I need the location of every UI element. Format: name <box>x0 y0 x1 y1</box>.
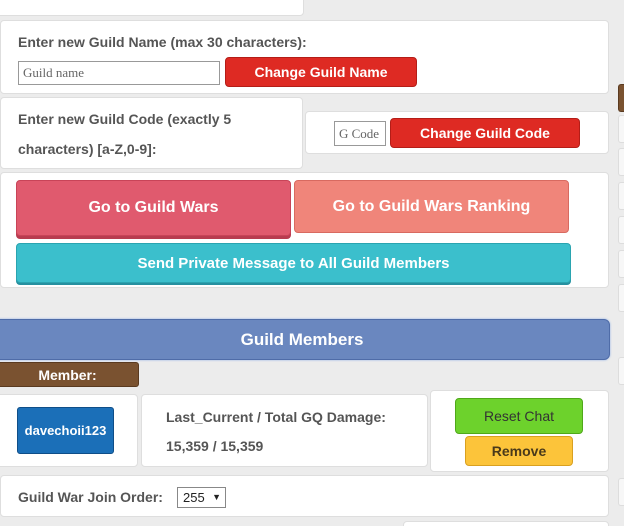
guild-code-input[interactable] <box>334 121 386 146</box>
side-tab[interactable] <box>618 216 624 244</box>
reset-chat-button[interactable]: Reset Chat <box>455 398 583 434</box>
change-guild-name-button[interactable]: Change Guild Name <box>225 57 417 87</box>
change-guild-code-button[interactable]: Change Guild Code <box>390 118 580 148</box>
actions-panel: Go to Guild Wars Go to Guild Wars Rankin… <box>0 172 609 288</box>
guild-name-panel: Enter new Guild Name (max 30 characters)… <box>0 20 609 94</box>
side-tab[interactable] <box>618 357 624 385</box>
guild-code-label-panel: Enter new Guild Code (exactly 5 characte… <box>0 97 303 169</box>
member-name-panel: davechoii123 <box>0 394 138 467</box>
chevron-down-icon: ▼ <box>212 492 221 502</box>
guild-code-input-panel: Change Guild Code <box>305 111 609 154</box>
side-tab[interactable] <box>618 478 624 506</box>
side-tab[interactable] <box>618 84 624 112</box>
guild-name-label: Enter new Guild Name (max 30 characters)… <box>18 34 307 50</box>
guild-wars-ranking-button[interactable]: Go to Guild Wars Ranking <box>294 180 569 233</box>
side-tab[interactable] <box>618 115 624 143</box>
damage-value: 15,359 / 15,359 <box>166 438 264 454</box>
join-order-value: 255 <box>183 490 205 505</box>
join-order-panel: Guild War Join Order: 255 ▼ <box>0 475 609 517</box>
side-tab[interactable] <box>618 182 624 210</box>
damage-panel: Last_Current / Total GQ Damage: 15,359 /… <box>141 394 428 467</box>
guild-name-input[interactable] <box>18 61 220 85</box>
guild-members-title: Guild Members <box>240 329 364 349</box>
side-tab[interactable] <box>618 250 624 278</box>
guild-code-label-line1: Enter new Guild Code (exactly 5 <box>18 111 232 127</box>
member-actions-panel: Reset Chat Remove <box>430 390 609 472</box>
private-message-button[interactable]: Send Private Message to All Guild Member… <box>16 243 571 283</box>
member-header-tag: Member: <box>0 362 139 387</box>
member-header-label: Member: <box>38 366 97 383</box>
side-tab[interactable] <box>618 148 624 176</box>
join-order-label: Guild War Join Order: <box>18 489 163 505</box>
join-order-select[interactable]: 255 ▼ <box>177 487 226 508</box>
bottom-panel <box>403 521 609 526</box>
top-panel <box>0 0 304 16</box>
guild-wars-button[interactable]: Go to Guild Wars <box>16 180 291 236</box>
remove-button[interactable]: Remove <box>465 436 573 466</box>
side-tab[interactable] <box>618 284 624 312</box>
guild-code-label-line2: characters) [a-Z,0-9]: <box>18 141 157 157</box>
member-name-button[interactable]: davechoii123 <box>17 407 114 454</box>
damage-label: Last_Current / Total GQ Damage: <box>166 409 386 425</box>
guild-members-header: Guild Members <box>0 319 610 360</box>
